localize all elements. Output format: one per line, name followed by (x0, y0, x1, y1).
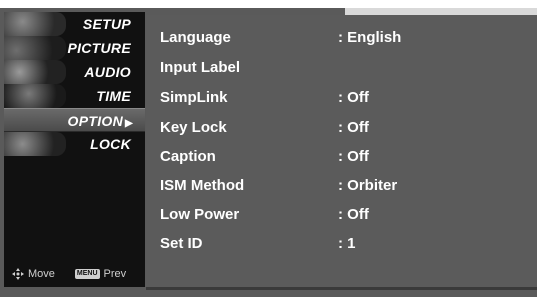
setting-label: Set ID (160, 235, 203, 252)
setting-value: : 1 (338, 235, 356, 252)
setting-row-set-id[interactable]: Set ID : 1 (160, 232, 520, 256)
setting-label: ISM Method (160, 177, 245, 194)
option-settings-panel: Language : English Input Label SimpLink … (146, 15, 537, 287)
setting-value: : English (338, 29, 402, 46)
hint-move-label: Move (28, 268, 55, 280)
menu-item-label: TIME (96, 88, 131, 104)
setting-label: Caption (160, 148, 216, 165)
setting-label: SimpLink (160, 89, 228, 106)
menu-item-picture[interactable]: PICTURE (4, 36, 145, 60)
setting-row-input-label[interactable]: Input Label (160, 56, 520, 80)
menu-item-time[interactable]: TIME (4, 84, 145, 108)
menu-item-audio[interactable]: AUDIO (4, 60, 145, 84)
menu-item-setup[interactable]: SETUP (4, 12, 145, 36)
menu-item-label: LOCK (90, 136, 131, 152)
setting-value: : Off (338, 206, 369, 223)
setting-label: Key Lock (160, 119, 227, 136)
setting-label: Input Label (160, 59, 240, 76)
arrow-right-icon: ▶ (125, 118, 133, 129)
menu-item-lock[interactable]: LOCK (4, 132, 145, 156)
menu-item-option[interactable]: OPTION ▶ (4, 108, 145, 132)
bottom-border (146, 287, 537, 290)
setting-value: : Off (338, 89, 369, 106)
setting-row-simplink[interactable]: SimpLink : Off (160, 86, 520, 110)
move-arrows-icon (12, 268, 24, 280)
setting-row-key-lock[interactable]: Key Lock : Off (160, 116, 520, 140)
setting-value: : Off (338, 148, 369, 165)
menu-item-label: AUDIO (84, 64, 131, 80)
setting-row-low-power[interactable]: Low Power : Off (160, 203, 520, 227)
setting-row-language[interactable]: Language : English (160, 26, 520, 50)
setting-label: Low Power (160, 206, 240, 223)
top-border (345, 8, 537, 15)
setting-value: : Orbiter (338, 177, 398, 194)
setting-label: Language (160, 29, 231, 46)
main-menu: SETUP PICTURE AUDIO TIME OPTION ▶ LOCK Mo… (4, 12, 145, 287)
menu-item-label: SETUP (82, 16, 131, 32)
menu-item-label: PICTURE (67, 40, 131, 56)
menu-key-icon: MENU (74, 269, 100, 279)
setting-value: : Off (338, 119, 369, 136)
menu-item-label: OPTION (67, 113, 123, 129)
setting-row-ism-method[interactable]: ISM Method : Orbiter (160, 174, 520, 198)
hint-prev-label: Prev (103, 268, 127, 280)
navigation-hint: Move MENU Prev (12, 268, 126, 280)
setting-row-caption[interactable]: Caption : Off (160, 145, 520, 169)
